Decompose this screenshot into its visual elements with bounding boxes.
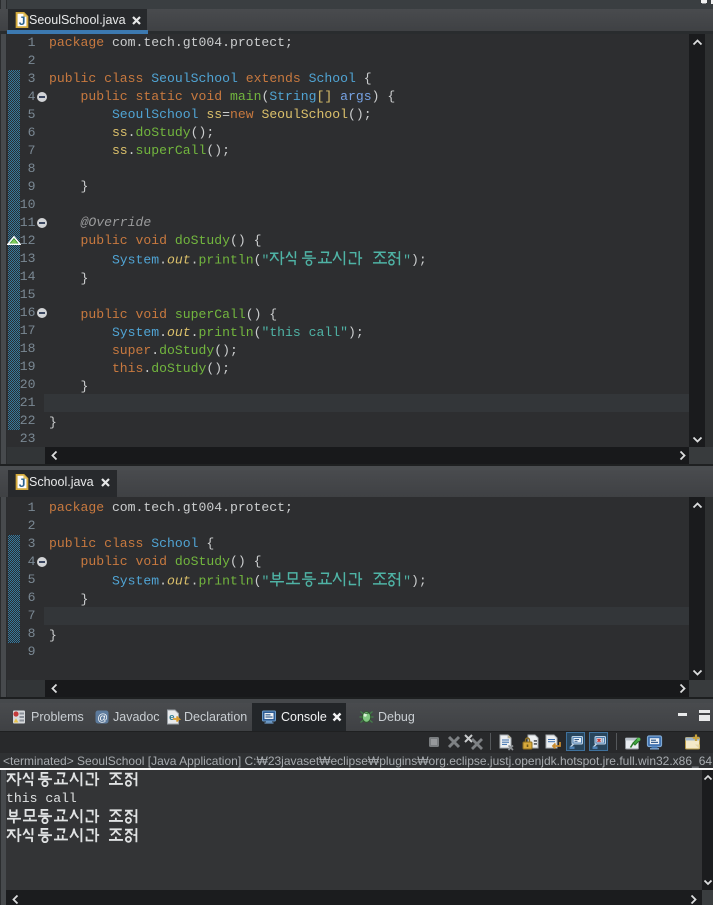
svg-text:J: J xyxy=(19,476,26,490)
svg-text:J: J xyxy=(19,14,26,28)
svg-text:e: e xyxy=(169,712,175,723)
svg-text:@: @ xyxy=(97,712,108,724)
